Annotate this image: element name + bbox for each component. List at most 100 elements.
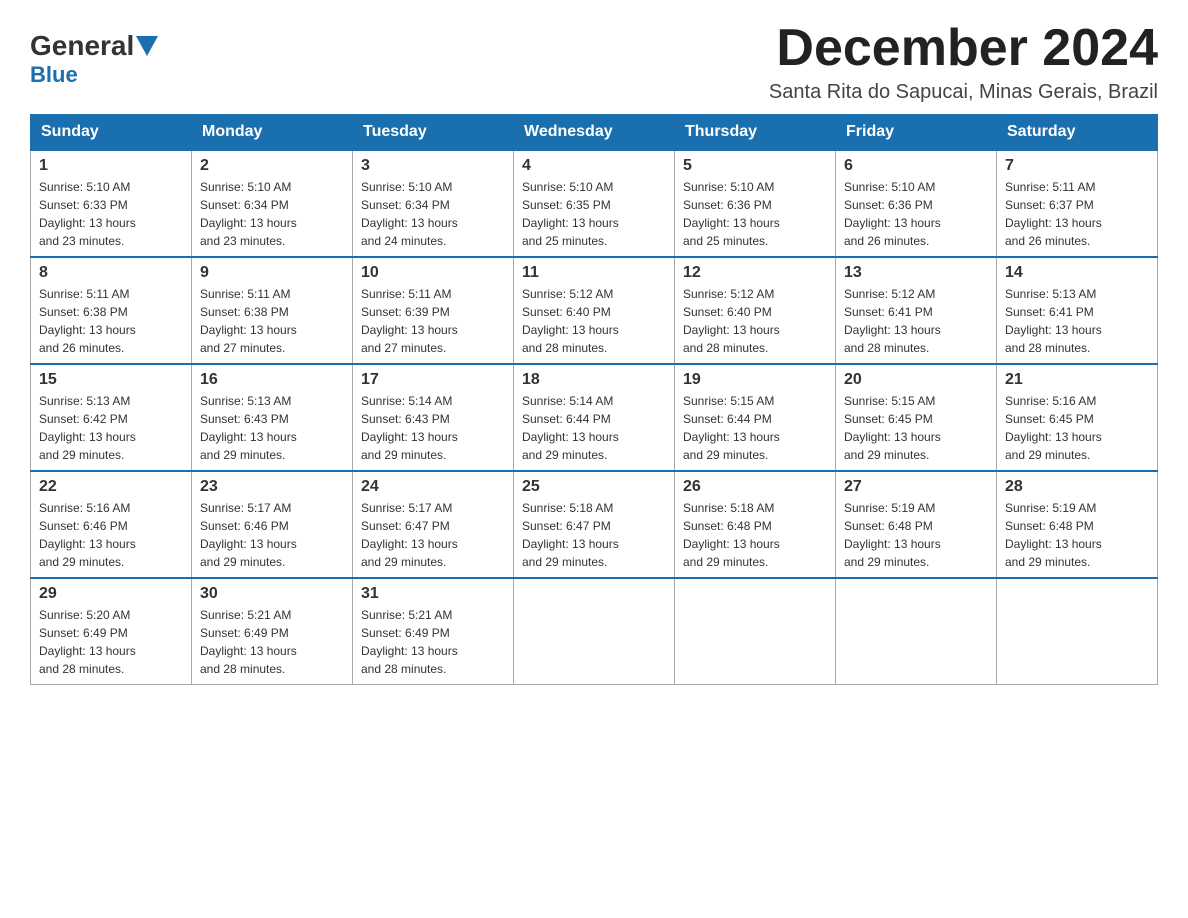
day-info: Sunrise: 5:16 AM Sunset: 6:46 PM Dayligh… (39, 499, 183, 571)
day-number: 13 (844, 264, 988, 282)
calendar-cell: 18 Sunrise: 5:14 AM Sunset: 6:44 PM Dayl… (514, 364, 675, 471)
day-number: 27 (844, 478, 988, 496)
calendar-cell: 27 Sunrise: 5:19 AM Sunset: 6:48 PM Dayl… (836, 471, 997, 578)
day-info: Sunrise: 5:10 AM Sunset: 6:35 PM Dayligh… (522, 178, 666, 250)
calendar-cell: 2 Sunrise: 5:10 AM Sunset: 6:34 PM Dayli… (192, 150, 353, 257)
calendar-week-row: 8 Sunrise: 5:11 AM Sunset: 6:38 PM Dayli… (31, 257, 1158, 364)
calendar-cell: 28 Sunrise: 5:19 AM Sunset: 6:48 PM Dayl… (997, 471, 1158, 578)
logo: General Blue (30, 30, 158, 88)
day-info: Sunrise: 5:11 AM Sunset: 6:38 PM Dayligh… (200, 285, 344, 357)
day-header-friday: Friday (836, 115, 997, 151)
day-info: Sunrise: 5:17 AM Sunset: 6:46 PM Dayligh… (200, 499, 344, 571)
day-number: 20 (844, 371, 988, 389)
calendar-week-row: 1 Sunrise: 5:10 AM Sunset: 6:33 PM Dayli… (31, 150, 1158, 257)
calendar-cell: 17 Sunrise: 5:14 AM Sunset: 6:43 PM Dayl… (353, 364, 514, 471)
day-number: 2 (200, 157, 344, 175)
month-title: December 2024 (769, 20, 1158, 77)
logo-general-text: General (30, 30, 134, 62)
location-title: Santa Rita do Sapucai, Minas Gerais, Bra… (769, 81, 1158, 104)
page-header: General Blue December 2024 Santa Rita do… (30, 20, 1158, 104)
day-number: 17 (361, 371, 505, 389)
day-number: 3 (361, 157, 505, 175)
calendar-cell: 6 Sunrise: 5:10 AM Sunset: 6:36 PM Dayli… (836, 150, 997, 257)
calendar-cell (514, 578, 675, 685)
day-header-tuesday: Tuesday (353, 115, 514, 151)
day-number: 7 (1005, 157, 1149, 175)
calendar-cell: 24 Sunrise: 5:17 AM Sunset: 6:47 PM Dayl… (353, 471, 514, 578)
day-number: 5 (683, 157, 827, 175)
day-info: Sunrise: 5:13 AM Sunset: 6:41 PM Dayligh… (1005, 285, 1149, 357)
day-info: Sunrise: 5:10 AM Sunset: 6:33 PM Dayligh… (39, 178, 183, 250)
day-info: Sunrise: 5:17 AM Sunset: 6:47 PM Dayligh… (361, 499, 505, 571)
day-number: 8 (39, 264, 183, 282)
day-number: 16 (200, 371, 344, 389)
calendar-cell: 20 Sunrise: 5:15 AM Sunset: 6:45 PM Dayl… (836, 364, 997, 471)
calendar-cell: 9 Sunrise: 5:11 AM Sunset: 6:38 PM Dayli… (192, 257, 353, 364)
day-info: Sunrise: 5:12 AM Sunset: 6:40 PM Dayligh… (683, 285, 827, 357)
day-number: 21 (1005, 371, 1149, 389)
day-number: 30 (200, 585, 344, 603)
day-info: Sunrise: 5:10 AM Sunset: 6:36 PM Dayligh… (683, 178, 827, 250)
logo-blue-text: Blue (30, 62, 78, 88)
day-info: Sunrise: 5:13 AM Sunset: 6:43 PM Dayligh… (200, 392, 344, 464)
calendar-cell: 13 Sunrise: 5:12 AM Sunset: 6:41 PM Dayl… (836, 257, 997, 364)
day-number: 23 (200, 478, 344, 496)
day-info: Sunrise: 5:11 AM Sunset: 6:39 PM Dayligh… (361, 285, 505, 357)
day-info: Sunrise: 5:15 AM Sunset: 6:44 PM Dayligh… (683, 392, 827, 464)
calendar-cell: 1 Sunrise: 5:10 AM Sunset: 6:33 PM Dayli… (31, 150, 192, 257)
day-info: Sunrise: 5:20 AM Sunset: 6:49 PM Dayligh… (39, 606, 183, 678)
day-header-saturday: Saturday (997, 115, 1158, 151)
calendar-week-row: 29 Sunrise: 5:20 AM Sunset: 6:49 PM Dayl… (31, 578, 1158, 685)
calendar-cell: 4 Sunrise: 5:10 AM Sunset: 6:35 PM Dayli… (514, 150, 675, 257)
day-info: Sunrise: 5:18 AM Sunset: 6:47 PM Dayligh… (522, 499, 666, 571)
day-number: 25 (522, 478, 666, 496)
day-number: 11 (522, 264, 666, 282)
calendar-cell: 12 Sunrise: 5:12 AM Sunset: 6:40 PM Dayl… (675, 257, 836, 364)
day-header-monday: Monday (192, 115, 353, 151)
day-number: 19 (683, 371, 827, 389)
title-section: December 2024 Santa Rita do Sapucai, Min… (769, 20, 1158, 104)
day-number: 18 (522, 371, 666, 389)
calendar-cell: 23 Sunrise: 5:17 AM Sunset: 6:46 PM Dayl… (192, 471, 353, 578)
day-info: Sunrise: 5:21 AM Sunset: 6:49 PM Dayligh… (200, 606, 344, 678)
day-info: Sunrise: 5:12 AM Sunset: 6:41 PM Dayligh… (844, 285, 988, 357)
day-info: Sunrise: 5:14 AM Sunset: 6:44 PM Dayligh… (522, 392, 666, 464)
calendar-cell: 22 Sunrise: 5:16 AM Sunset: 6:46 PM Dayl… (31, 471, 192, 578)
day-number: 4 (522, 157, 666, 175)
day-header-wednesday: Wednesday (514, 115, 675, 151)
logo-arrow-icon (136, 36, 158, 61)
calendar-cell: 14 Sunrise: 5:13 AM Sunset: 6:41 PM Dayl… (997, 257, 1158, 364)
calendar-cell: 15 Sunrise: 5:13 AM Sunset: 6:42 PM Dayl… (31, 364, 192, 471)
day-header-sunday: Sunday (31, 115, 192, 151)
day-info: Sunrise: 5:15 AM Sunset: 6:45 PM Dayligh… (844, 392, 988, 464)
day-number: 26 (683, 478, 827, 496)
day-number: 28 (1005, 478, 1149, 496)
day-number: 1 (39, 157, 183, 175)
calendar-week-row: 22 Sunrise: 5:16 AM Sunset: 6:46 PM Dayl… (31, 471, 1158, 578)
day-info: Sunrise: 5:10 AM Sunset: 6:34 PM Dayligh… (200, 178, 344, 250)
calendar-week-row: 15 Sunrise: 5:13 AM Sunset: 6:42 PM Dayl… (31, 364, 1158, 471)
calendar-cell: 19 Sunrise: 5:15 AM Sunset: 6:44 PM Dayl… (675, 364, 836, 471)
calendar-cell (836, 578, 997, 685)
calendar-cell: 31 Sunrise: 5:21 AM Sunset: 6:49 PM Dayl… (353, 578, 514, 685)
day-info: Sunrise: 5:14 AM Sunset: 6:43 PM Dayligh… (361, 392, 505, 464)
calendar-cell: 25 Sunrise: 5:18 AM Sunset: 6:47 PM Dayl… (514, 471, 675, 578)
day-number: 15 (39, 371, 183, 389)
day-number: 29 (39, 585, 183, 603)
day-info: Sunrise: 5:19 AM Sunset: 6:48 PM Dayligh… (844, 499, 988, 571)
day-info: Sunrise: 5:12 AM Sunset: 6:40 PM Dayligh… (522, 285, 666, 357)
day-info: Sunrise: 5:18 AM Sunset: 6:48 PM Dayligh… (683, 499, 827, 571)
calendar-table: SundayMondayTuesdayWednesdayThursdayFrid… (30, 114, 1158, 685)
calendar-cell: 5 Sunrise: 5:10 AM Sunset: 6:36 PM Dayli… (675, 150, 836, 257)
day-info: Sunrise: 5:16 AM Sunset: 6:45 PM Dayligh… (1005, 392, 1149, 464)
day-info: Sunrise: 5:11 AM Sunset: 6:38 PM Dayligh… (39, 285, 183, 357)
day-info: Sunrise: 5:21 AM Sunset: 6:49 PM Dayligh… (361, 606, 505, 678)
calendar-cell: 10 Sunrise: 5:11 AM Sunset: 6:39 PM Dayl… (353, 257, 514, 364)
day-number: 31 (361, 585, 505, 603)
calendar-cell (997, 578, 1158, 685)
day-number: 10 (361, 264, 505, 282)
day-number: 12 (683, 264, 827, 282)
day-info: Sunrise: 5:10 AM Sunset: 6:34 PM Dayligh… (361, 178, 505, 250)
calendar-cell: 7 Sunrise: 5:11 AM Sunset: 6:37 PM Dayli… (997, 150, 1158, 257)
day-number: 14 (1005, 264, 1149, 282)
